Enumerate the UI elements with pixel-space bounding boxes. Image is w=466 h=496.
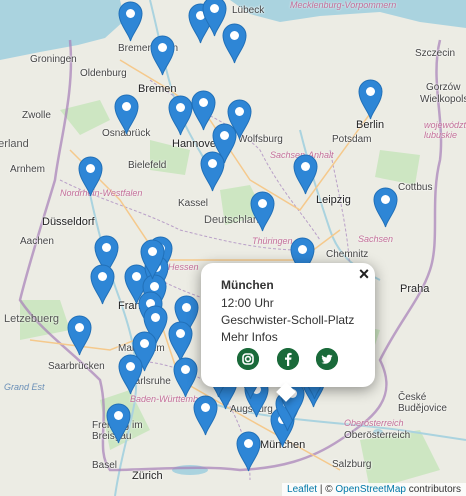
attribution: Leaflet | © OpenStreetMap contributors — [282, 483, 466, 496]
city-label: Potsdam — [332, 134, 372, 145]
city-label: Zürich — [132, 470, 163, 482]
popup-close-button[interactable]: × — [355, 265, 373, 283]
popup-time: 12:00 Uhr — [221, 296, 274, 310]
city-label: Leipzig — [316, 194, 351, 206]
map-marker[interactable] — [117, 354, 143, 395]
city-label: Chemnitz — [326, 249, 369, 260]
region-label: Grand Est — [4, 382, 45, 392]
map-marker[interactable] — [167, 321, 193, 362]
map-marker[interactable] — [149, 35, 175, 76]
city-label: Szczecin — [415, 48, 456, 59]
city-label: Basel — [92, 460, 118, 471]
map-marker[interactable] — [172, 357, 198, 398]
city-label: Arnhem — [10, 164, 46, 175]
facebook-icon[interactable] — [277, 348, 299, 370]
twitter-icon[interactable] — [316, 348, 338, 370]
map-marker[interactable] — [235, 431, 261, 472]
country-label: Letzebuerg — [4, 313, 60, 325]
map-marker[interactable] — [77, 156, 103, 197]
attribution-separator: | © — [317, 484, 336, 495]
region-label: Sachsen — [358, 234, 394, 244]
city-label: Bielefeld — [128, 160, 167, 171]
city-label: Berlin — [356, 119, 385, 131]
map-container[interactable]: Groningen Bremerhaven Bremen Oldenburg Z… — [0, 0, 466, 496]
city-label: Salzburg — [332, 459, 372, 470]
region-label: Oberösterreich — [344, 418, 404, 428]
popup-more-link[interactable]: Mehr Infos — [221, 330, 278, 344]
city-label: Praha — [400, 283, 430, 295]
city-label: Lübeck — [232, 5, 265, 16]
map-marker[interactable] — [66, 315, 92, 356]
city-label: Gorzów — [426, 82, 461, 93]
region-label: Mecklenburg-Vorpommern — [290, 0, 397, 10]
map-marker[interactable] — [249, 191, 275, 232]
attribution-text: contributors — [405, 484, 461, 495]
map-marker[interactable] — [167, 95, 193, 136]
city-label: Düsseldorf — [42, 216, 95, 228]
city-label: Oberösterreich — [344, 430, 411, 441]
region-label: Thüringen — [252, 236, 293, 246]
map-marker[interactable] — [113, 94, 139, 135]
region-label: Hessen — [168, 262, 199, 272]
map-marker[interactable] — [292, 154, 318, 195]
map-marker[interactable] — [139, 239, 165, 280]
map-marker[interactable] — [105, 403, 131, 444]
city-label: Kassel — [178, 198, 209, 209]
map-marker[interactable] — [357, 79, 383, 120]
map-marker[interactable] — [221, 23, 247, 64]
country-label: Nederland — [0, 138, 29, 150]
map-marker[interactable] — [199, 151, 225, 192]
city-label: Cottbus — [398, 182, 433, 193]
popup-location: Geschwister-Scholl-Platz — [221, 313, 355, 327]
leaflet-link[interactable]: Leaflet — [287, 484, 317, 495]
city-label: Zwolle — [22, 110, 51, 121]
city-label: Bremen — [138, 83, 177, 95]
city-label: Aachen — [20, 236, 54, 247]
map-marker[interactable] — [89, 264, 115, 305]
city-label: Wielkopolska — [420, 94, 466, 105]
instagram-icon[interactable] — [237, 348, 259, 370]
map-marker[interactable] — [117, 1, 143, 42]
city-label: Oldenburg — [80, 68, 127, 79]
map-marker[interactable] — [372, 187, 398, 228]
osm-link[interactable]: OpenStreetMap — [335, 484, 406, 495]
region-label: województwo lubuskie — [424, 120, 466, 140]
popup-title: München — [221, 278, 274, 292]
city-label: České Budějovice — [398, 392, 447, 414]
city-label: Groningen — [30, 54, 77, 65]
city-label: Saarbrücken — [48, 361, 105, 372]
